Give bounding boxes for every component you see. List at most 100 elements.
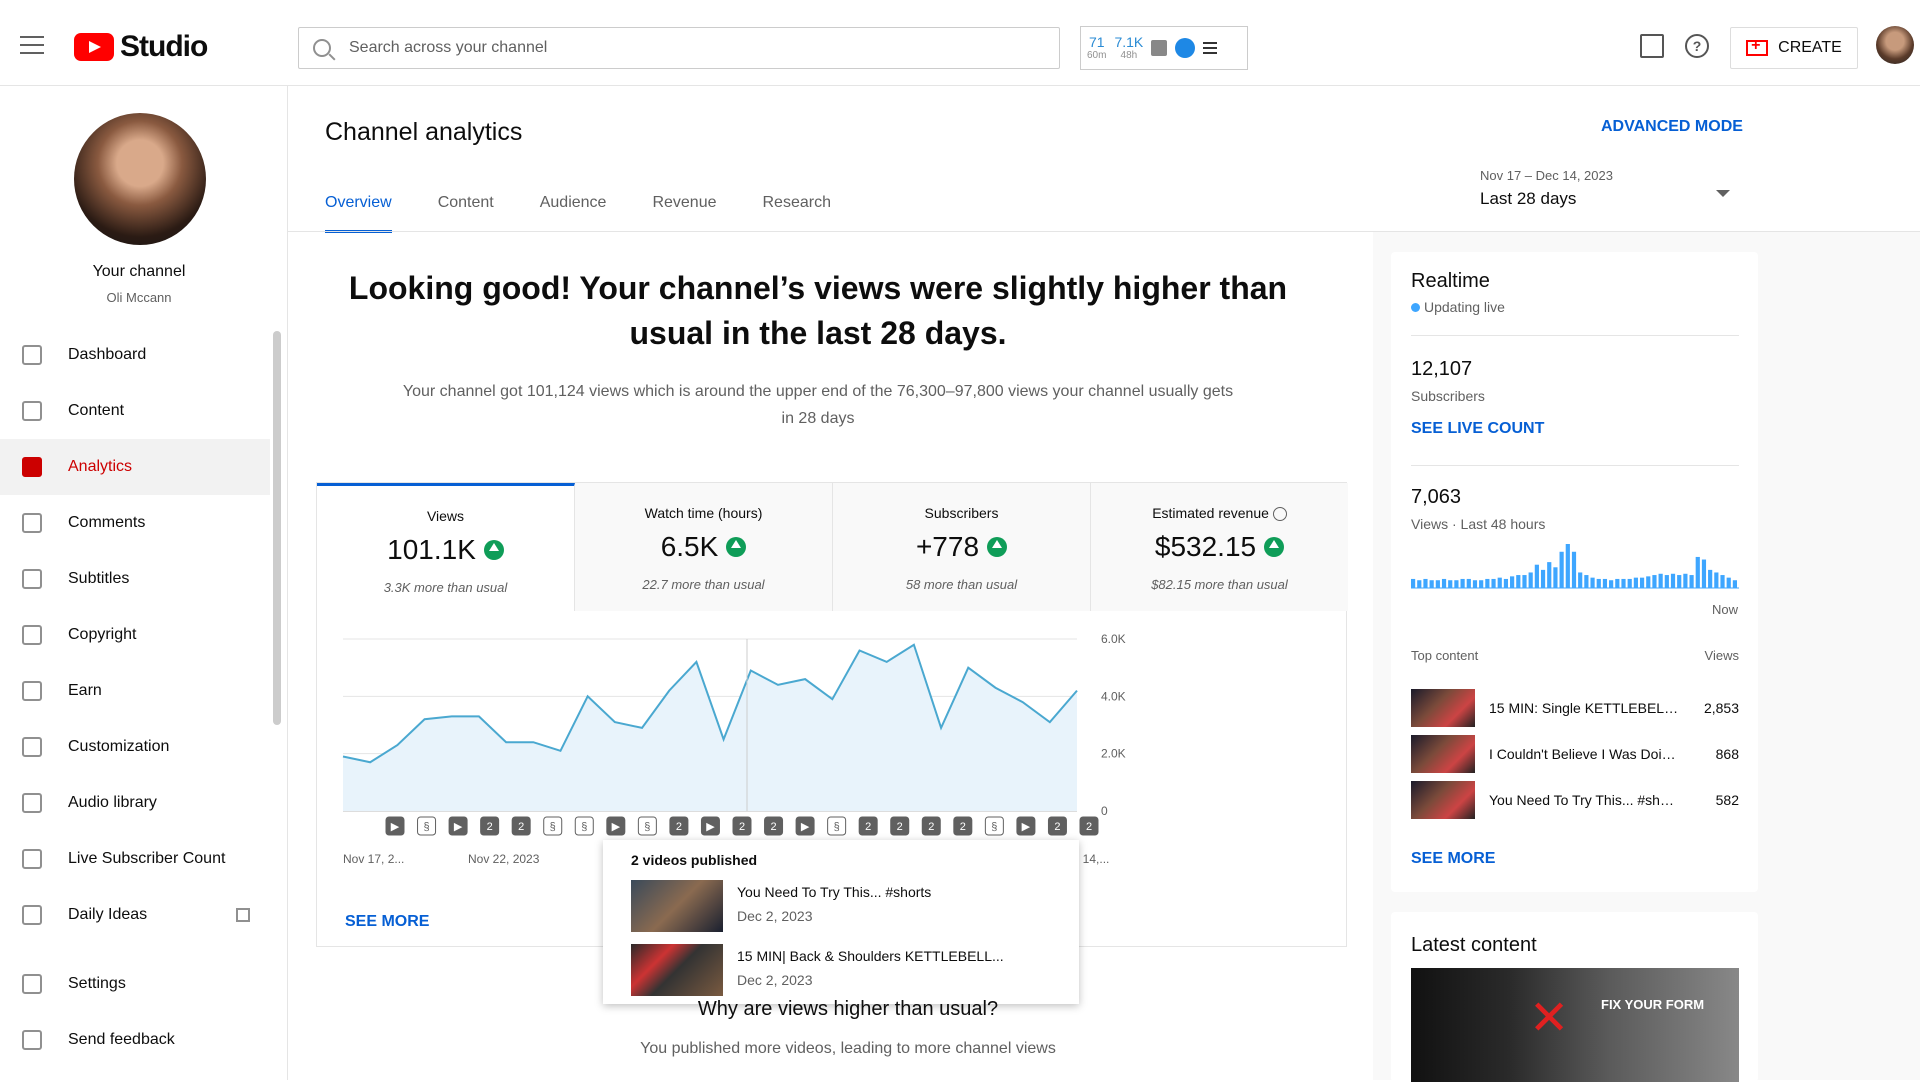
sidebar-item-comments[interactable]: Comments <box>0 495 270 551</box>
upload-marker[interactable]: 2 <box>891 817 909 835</box>
stats-widget[interactable]: 71 60m 7.1K 48h <box>1080 26 1248 70</box>
upload-marker[interactable]: 2 <box>954 817 972 835</box>
sidebar-item-copyright[interactable]: Copyright <box>0 607 270 663</box>
metric-value-row: 101.1K <box>317 534 574 566</box>
upload-marker[interactable]: 2 <box>670 817 688 835</box>
y-tick-label: 6.0K <box>1101 632 1126 646</box>
search-input[interactable] <box>349 39 1029 57</box>
sidebar-item-daily-ideas[interactable]: Daily Ideas <box>0 887 270 943</box>
realtime-bar <box>1522 575 1526 588</box>
sidebar-bottom: Settings Send feedback <box>0 956 270 1068</box>
top-content-row[interactable]: I Couldn't Believe I Was Doing... 868 <box>1411 734 1739 774</box>
realtime-bar <box>1498 578 1502 588</box>
upload-marker[interactable]: ▶ <box>607 817 625 835</box>
upload-marker[interactable]: § <box>638 817 656 835</box>
cross-mark-icon: ✕ <box>1529 990 1569 1046</box>
upload-marker[interactable]: 2 <box>481 817 499 835</box>
create-button-label: CREATE <box>1778 39 1842 57</box>
upload-marker[interactable]: ▶ <box>1017 817 1035 835</box>
top-content-row[interactable]: You Need To Try This... #shorts 582 <box>1411 780 1739 820</box>
metric-subscribers[interactable]: Subscribers +778 58 more than usual <box>833 483 1091 611</box>
upload-marker[interactable]: 2 <box>1080 817 1098 835</box>
upload-marker[interactable]: § <box>985 817 1003 835</box>
see-live-count-link[interactable]: SEE LIVE COUNT <box>1411 420 1544 438</box>
metric-views[interactable]: Views 101.1K 3.3K more than usual <box>317 483 575 611</box>
advanced-mode-link[interactable]: ADVANCED MODE <box>1601 118 1743 136</box>
upload-marker[interactable]: ▶ <box>386 817 404 835</box>
sidebar-item-content[interactable]: Content <box>0 383 270 439</box>
realtime-bar-chart[interactable] <box>1411 542 1739 592</box>
sidebar-item-dashboard[interactable]: Dashboard <box>0 327 270 383</box>
upload-marker[interactable]: § <box>575 817 593 835</box>
tooltip-video[interactable]: 15 MIN| Back & Shoulders KETTLEBELL... D… <box>631 944 1051 996</box>
tooltip-title: 2 videos published <box>631 852 1051 868</box>
upload-marker[interactable]: § <box>544 817 562 835</box>
upload-marker[interactable]: § <box>418 817 436 835</box>
search-box[interactable] <box>298 27 1060 69</box>
tab-revenue[interactable]: Revenue <box>652 194 716 233</box>
sidebar-scrollbar[interactable] <box>273 331 281 725</box>
upload-marker[interactable]: 2 <box>512 817 530 835</box>
extension-icon[interactable] <box>1175 38 1195 58</box>
bar-chart-icon[interactable] <box>1151 40 1167 56</box>
tab-overview[interactable]: Overview <box>325 194 392 233</box>
external-link-icon[interactable] <box>236 908 250 922</box>
metric-watch-time[interactable]: Watch time (hours) 6.5K 22.7 more than u… <box>575 483 833 611</box>
sidebar-item-analytics[interactable]: Analytics <box>0 439 270 495</box>
menu-icon[interactable] <box>20 36 44 54</box>
account-avatar[interactable] <box>1876 26 1914 64</box>
metric-revenue[interactable]: Estimated revenue $532.15 $82.15 more th… <box>1091 483 1348 611</box>
marker-label: § <box>581 821 587 833</box>
stats-widget-60m: 71 60m <box>1087 35 1106 61</box>
tab-content[interactable]: Content <box>438 194 494 233</box>
copyright-icon <box>22 625 42 645</box>
upload-marker[interactable]: ▶ <box>796 817 814 835</box>
upload-marker[interactable]: ▶ <box>701 817 719 835</box>
feedback-icon[interactable] <box>1640 34 1664 58</box>
tab-research[interactable]: Research <box>763 194 831 233</box>
upload-marker[interactable]: § <box>828 817 846 835</box>
sidebar-item-live-subscriber-count[interactable]: Live Subscriber Count <box>0 831 270 887</box>
marker-label: § <box>834 821 840 833</box>
realtime-bar <box>1553 567 1557 588</box>
help-icon[interactable]: ? <box>1685 34 1709 58</box>
sidebar-item-subtitles[interactable]: Subtitles <box>0 551 270 607</box>
see-more-button[interactable]: SEE MORE <box>345 913 429 931</box>
upload-marker[interactable]: 2 <box>765 817 783 835</box>
top-content-row[interactable]: 15 MIN: Single KETTLEBELL... 2,853 <box>1411 688 1739 728</box>
views-column-label: Views <box>1705 648 1739 663</box>
realtime-bar <box>1572 552 1576 588</box>
realtime-bar <box>1714 572 1718 588</box>
upload-marker[interactable]: 2 <box>733 817 751 835</box>
divider <box>1411 465 1739 466</box>
marker-label: § <box>991 821 997 833</box>
upload-marker[interactable]: 2 <box>1048 817 1066 835</box>
marker-label: ▶ <box>706 821 715 833</box>
sidebar-item-send-feedback[interactable]: Send feedback <box>0 1012 270 1068</box>
realtime-bar <box>1423 579 1427 588</box>
sidebar-item-earn[interactable]: Earn <box>0 663 270 719</box>
create-video-icon <box>1746 40 1768 56</box>
studio-logo[interactable]: Studio <box>74 30 207 64</box>
widget-menu-icon[interactable] <box>1203 39 1217 57</box>
metric-label: Views <box>317 508 574 524</box>
sidebar-item-customization[interactable]: Customization <box>0 719 270 775</box>
upload-marker[interactable]: ▶ <box>449 817 467 835</box>
upload-marker[interactable]: 2 <box>922 817 940 835</box>
video-thumbnail <box>631 880 723 932</box>
date-range-picker[interactable]: Nov 17 – Dec 14, 2023 Last 28 days <box>1480 168 1730 209</box>
comments-icon <box>22 513 42 533</box>
latest-content-thumbnail[interactable]: ✕ FIX YOUR FORM <box>1411 968 1739 1082</box>
create-button[interactable]: CREATE <box>1730 27 1858 69</box>
tooltip-video[interactable]: You Need To Try This... #shorts Dec 2, 2… <box>631 880 1051 932</box>
sidebar-item-label: Customization <box>68 738 169 756</box>
channel-avatar[interactable] <box>74 113 206 245</box>
realtime-see-more-link[interactable]: SEE MORE <box>1411 850 1495 868</box>
upload-marker[interactable]: 2 <box>859 817 877 835</box>
marker-label: 2 <box>487 821 493 833</box>
tab-audience[interactable]: Audience <box>540 194 607 233</box>
metric-value: $532.15 <box>1155 531 1256 563</box>
metric-note: 58 more than usual <box>833 577 1090 592</box>
sidebar-item-audio-library[interactable]: Audio library <box>0 775 270 831</box>
sidebar-item-settings[interactable]: Settings <box>0 956 270 1012</box>
